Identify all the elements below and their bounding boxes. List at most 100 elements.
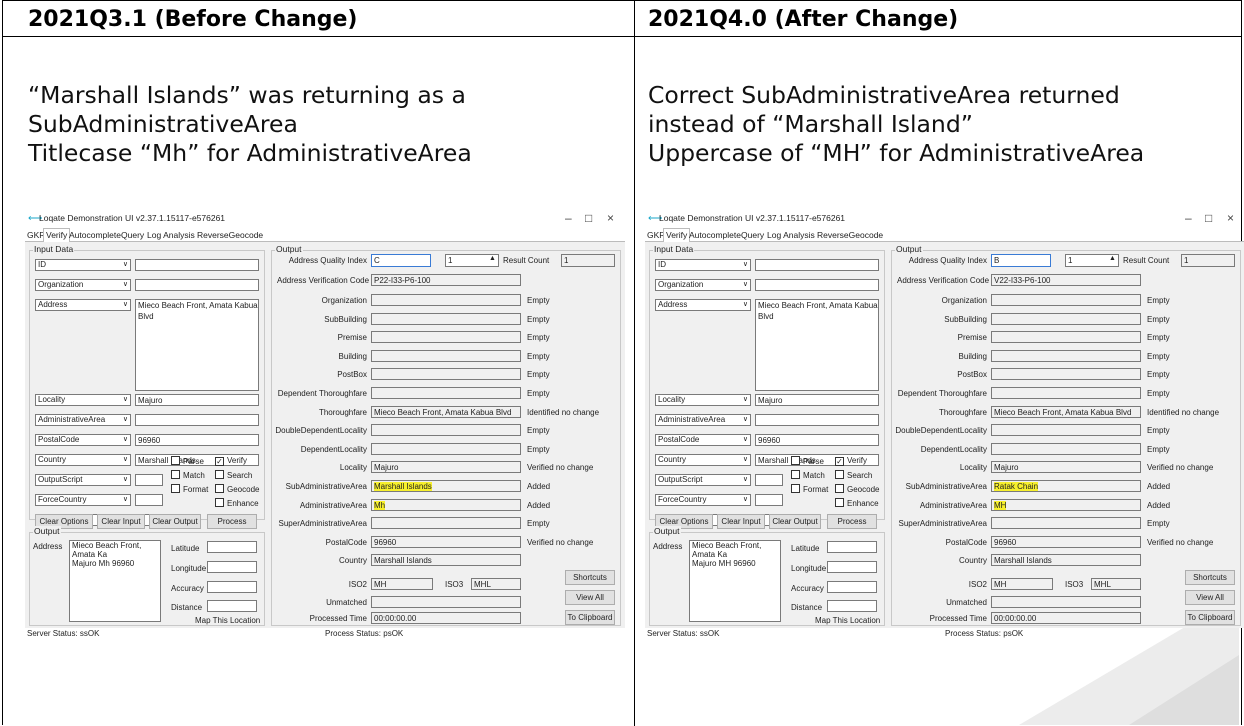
tab-verify[interactable]: Verify bbox=[43, 228, 71, 242]
minimize-button[interactable]: – bbox=[565, 211, 572, 225]
input-field-selector[interactable]: Country ∨ bbox=[35, 454, 131, 466]
longitude-field[interactable] bbox=[207, 561, 257, 573]
clear-input-button[interactable]: Clear Input bbox=[717, 514, 765, 529]
checkbox-label: Parse bbox=[183, 457, 204, 466]
option-value-field[interactable] bbox=[135, 474, 163, 486]
view-all-button[interactable]: View All bbox=[565, 590, 615, 605]
input-field-selector[interactable]: Address ∨ bbox=[655, 299, 751, 311]
checkbox-format[interactable]: Format bbox=[791, 484, 828, 494]
output-status: Empty bbox=[527, 333, 550, 343]
output-value-field bbox=[371, 424, 521, 437]
input-field-selector[interactable]: Locality ∨ bbox=[655, 394, 751, 406]
input-field-selector[interactable]: AdministrativeArea ∨ bbox=[655, 414, 751, 426]
checkbox-parse[interactable]: Parse bbox=[791, 456, 824, 466]
input-value-field[interactable] bbox=[755, 414, 879, 426]
minimize-button[interactable]: – bbox=[1185, 211, 1192, 225]
output-status: Identified no change bbox=[1147, 407, 1220, 417]
field-name: Locality bbox=[658, 395, 686, 404]
option-selector[interactable]: OutputScript ∨ bbox=[35, 474, 131, 486]
input-field-selector[interactable]: PostalCode ∨ bbox=[35, 434, 131, 446]
checkbox-format[interactable]: Format bbox=[171, 484, 208, 494]
tab-log-analysis[interactable]: Log Analysis bbox=[147, 230, 195, 240]
clear-input-button[interactable]: Clear Input bbox=[97, 514, 145, 529]
input-value-field[interactable]: Mieco Beach Front, Amata Kabua Blvd bbox=[135, 299, 259, 391]
aqi-field[interactable]: B bbox=[991, 254, 1051, 267]
checkbox-label: Verify bbox=[227, 456, 248, 465]
checkbox-search[interactable]: Search bbox=[835, 470, 872, 480]
input-field-selector[interactable]: Locality ∨ bbox=[35, 394, 131, 406]
checkbox-geocode[interactable]: Geocode bbox=[835, 484, 879, 494]
process-button[interactable]: Process bbox=[827, 514, 877, 529]
option-selector[interactable]: ForceCountry ∨ bbox=[655, 494, 751, 506]
output-value: 96960 bbox=[994, 537, 1017, 547]
process-status: Process Status: psOK bbox=[945, 629, 1024, 638]
to-clipboard-button[interactable]: To Clipboard bbox=[565, 610, 615, 625]
input-value-field[interactable]: 96960 bbox=[755, 434, 879, 446]
input-value-field[interactable]: Mieco Beach Front, Amata Kabua Blvd bbox=[755, 299, 879, 391]
maximize-button[interactable]: □ bbox=[1205, 211, 1212, 225]
clear-output-button[interactable]: Clear Output bbox=[149, 514, 201, 529]
input-value-field[interactable]: 96960 bbox=[135, 434, 259, 446]
tab-reverse-geocode[interactable]: ReverseGeocode bbox=[197, 230, 263, 240]
map-location-link[interactable]: Map This Location bbox=[195, 616, 260, 625]
option-value-field[interactable] bbox=[755, 474, 783, 486]
spinner-arrows-icon[interactable]: ▲ bbox=[1109, 255, 1116, 262]
tab-autocomplete[interactable]: Autocomplete bbox=[689, 230, 741, 240]
input-value-field[interactable] bbox=[135, 259, 259, 271]
input-field-selector[interactable]: Country ∨ bbox=[655, 454, 751, 466]
option-name: OutputScript bbox=[38, 475, 83, 484]
close-button[interactable]: × bbox=[1227, 211, 1234, 225]
input-field-selector[interactable]: PostalCode ∨ bbox=[655, 434, 751, 446]
checkbox-enhance[interactable]: Enhance bbox=[215, 498, 259, 508]
input-field-selector[interactable]: AdministrativeArea ∨ bbox=[35, 414, 131, 426]
checkbox-match[interactable]: Match bbox=[791, 470, 825, 480]
distance-field[interactable] bbox=[827, 600, 877, 612]
shortcuts-button[interactable]: Shortcuts bbox=[565, 570, 615, 585]
input-value-field[interactable] bbox=[755, 279, 879, 291]
checkbox-search[interactable]: Search bbox=[215, 470, 252, 480]
input-value-field[interactable]: Majuro bbox=[755, 394, 879, 406]
input-field-selector[interactable]: Address ∨ bbox=[35, 299, 131, 311]
input-field-selector[interactable]: ID ∨ bbox=[35, 259, 131, 271]
input-value-field[interactable]: Majuro bbox=[135, 394, 259, 406]
input-value-field[interactable] bbox=[135, 414, 259, 426]
checkbox-verify[interactable]: ✓ Verify bbox=[835, 456, 867, 466]
longitude-field[interactable] bbox=[827, 561, 877, 573]
option-value-field[interactable] bbox=[135, 494, 163, 506]
latitude-field[interactable] bbox=[207, 541, 257, 553]
input-value-field[interactable] bbox=[755, 259, 879, 271]
input-field-selector[interactable]: Organization ∨ bbox=[655, 279, 751, 291]
tab-query[interactable]: Query bbox=[741, 230, 764, 240]
checkbox-verify[interactable]: ✓ Verify bbox=[215, 456, 247, 466]
latitude-field[interactable] bbox=[827, 541, 877, 553]
tab-log-analysis[interactable]: Log Analysis bbox=[767, 230, 815, 240]
to-clipboard-button[interactable]: To Clipboard bbox=[1185, 610, 1235, 625]
shortcuts-button[interactable]: Shortcuts bbox=[1185, 570, 1235, 585]
option-value-field[interactable] bbox=[755, 494, 783, 506]
checkbox-match[interactable]: Match bbox=[171, 470, 205, 480]
clear-output-button[interactable]: Clear Output bbox=[769, 514, 821, 529]
checkbox-enhance[interactable]: Enhance bbox=[835, 498, 879, 508]
option-selector[interactable]: ForceCountry ∨ bbox=[35, 494, 131, 506]
checkbox-geocode[interactable]: Geocode bbox=[215, 484, 259, 494]
tab-autocomplete[interactable]: Autocomplete bbox=[69, 230, 121, 240]
accuracy-field[interactable] bbox=[827, 581, 877, 593]
tab-query[interactable]: Query bbox=[121, 230, 144, 240]
aqi-field[interactable]: C bbox=[371, 254, 431, 267]
checkbox-parse[interactable]: Parse bbox=[171, 456, 204, 466]
option-selector[interactable]: OutputScript ∨ bbox=[655, 474, 751, 486]
view-all-button[interactable]: View All bbox=[1185, 590, 1235, 605]
maximize-button[interactable]: □ bbox=[585, 211, 592, 225]
checkbox-label: Geocode bbox=[227, 485, 260, 494]
input-field-selector[interactable]: Organization ∨ bbox=[35, 279, 131, 291]
map-location-link[interactable]: Map This Location bbox=[815, 616, 880, 625]
input-value-field[interactable] bbox=[135, 279, 259, 291]
tab-reverse-geocode[interactable]: ReverseGeocode bbox=[817, 230, 883, 240]
distance-field[interactable] bbox=[207, 600, 257, 612]
input-field-selector[interactable]: ID ∨ bbox=[655, 259, 751, 271]
tab-verify[interactable]: Verify bbox=[663, 228, 691, 242]
spinner-arrows-icon[interactable]: ▲ bbox=[489, 255, 496, 262]
process-button[interactable]: Process bbox=[207, 514, 257, 529]
accuracy-field[interactable] bbox=[207, 581, 257, 593]
close-button[interactable]: × bbox=[607, 211, 614, 225]
